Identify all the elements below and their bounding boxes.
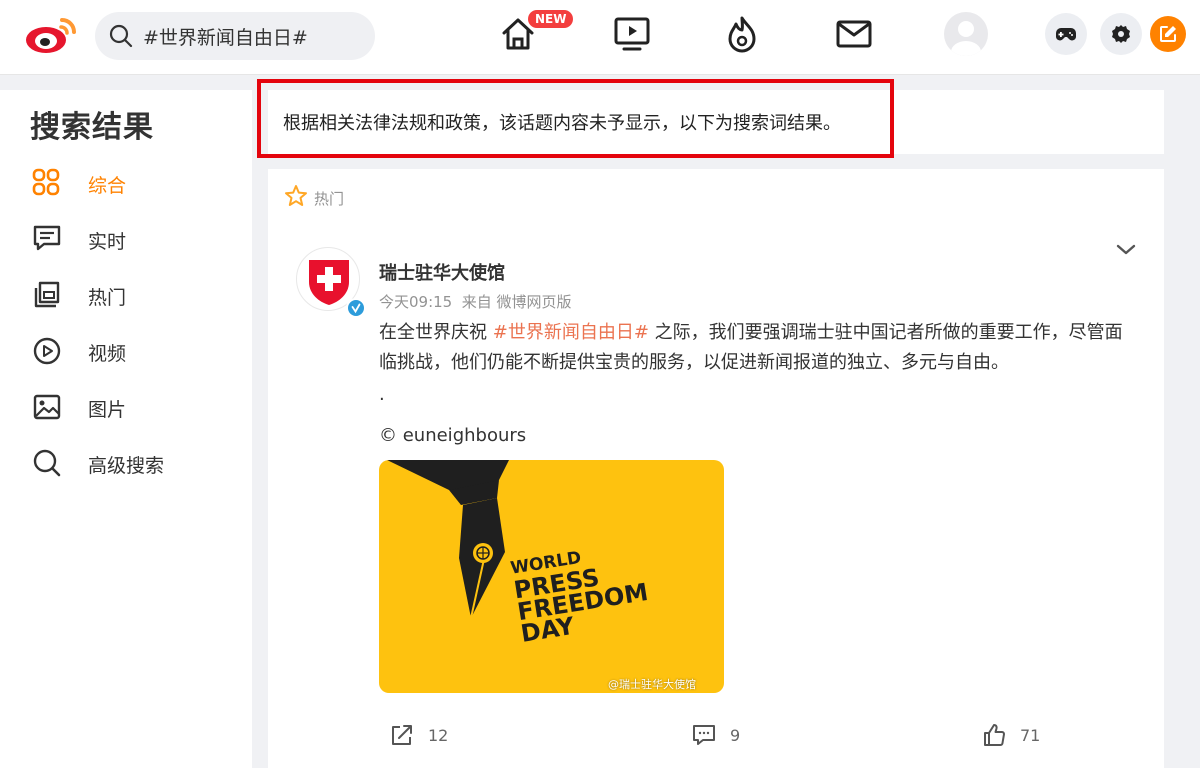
post-dot: . (379, 384, 385, 405)
sidebar-item-label: 视频 (88, 343, 127, 365)
mail-icon[interactable] (834, 14, 874, 54)
like-count: 71 (1020, 726, 1041, 745)
hashtag-link[interactable]: #世界新闻自由日# (493, 322, 649, 343)
edit-icon (1160, 26, 1176, 42)
comment-icon (693, 725, 715, 745)
sidebar-item-label: 高级搜索 (88, 455, 165, 477)
verified-badge (346, 298, 366, 318)
post-meta: 今天09:15 来自 微博网页版 (379, 291, 572, 312)
doc-icon (34, 281, 60, 308)
user-avatar[interactable] (944, 12, 988, 56)
grid-icon (32, 168, 60, 196)
weibo-logo[interactable] (24, 12, 80, 56)
hot-section-label: 热门 (284, 184, 344, 212)
sidebar-item-all[interactable]: 综合 (30, 162, 230, 202)
gear-icon (1112, 25, 1130, 43)
sidebar-item-label: 热门 (88, 287, 127, 309)
settings-button[interactable] (1100, 13, 1142, 55)
search-input[interactable] (143, 18, 363, 54)
sidebar-item-label: 综合 (88, 175, 127, 197)
search-box[interactable] (95, 12, 375, 60)
sidebar-item-label: 图片 (88, 399, 127, 421)
game-button[interactable] (1045, 13, 1087, 55)
compose-button[interactable] (1150, 16, 1186, 52)
avatar-placeholder-icon (951, 21, 981, 56)
sidebar-item-video[interactable]: 视频 (30, 330, 230, 370)
image-icon (33, 394, 61, 420)
sidebar-item-label: 实时 (88, 231, 127, 253)
repost-count: 12 (428, 726, 449, 745)
play-circle-icon (33, 337, 61, 365)
sidebar-item-advanced-search[interactable]: 高级搜索 (30, 442, 230, 482)
gamepad-icon (1056, 28, 1076, 41)
video-icon[interactable] (612, 14, 652, 54)
message-icon (33, 225, 61, 251)
share-icon (392, 725, 412, 745)
comment-count: 9 (730, 726, 741, 745)
post-credit: © euneighbours (379, 425, 527, 446)
search-icon (109, 24, 133, 48)
thumbs-up-icon (984, 724, 1005, 746)
sidebar-item-realtime[interactable]: 实时 (30, 218, 230, 258)
search-icon (33, 449, 61, 477)
notice-text: 根据相关法律法规和政策，该话题内容未予显示，以下为搜索词结果。 (283, 113, 841, 134)
top-bar: NEW (0, 0, 1200, 75)
new-badge: NEW (528, 10, 574, 28)
fire-icon[interactable] (722, 14, 762, 54)
left-sidebar: 搜索结果 综合 实时 热门 视频 图片 高级搜索 (0, 90, 252, 768)
sidebar-item-hot[interactable]: 热门 (30, 274, 230, 314)
star-icon (285, 185, 307, 206)
chevron-down-icon[interactable] (1114, 238, 1138, 262)
post-image[interactable]: WORLD PRESS FREEDOM DAY (379, 460, 724, 693)
sidebar-title: 搜索结果 (30, 110, 154, 145)
sidebar-item-images[interactable]: 图片 (30, 386, 230, 426)
post-time[interactable]: 今天09:15 (379, 293, 452, 311)
image-watermark: @瑞士驻华大使馆 (608, 678, 696, 691)
author-name[interactable]: 瑞士驻华大使馆 (379, 259, 505, 285)
verified-icon (348, 300, 364, 316)
post-source: 来自 微博网页版 (461, 293, 572, 311)
post-text: 在全世界庆祝 #世界新闻自由日# 之际，我们要强调瑞士驻中国记者所做的重要工作，… (379, 322, 1123, 373)
